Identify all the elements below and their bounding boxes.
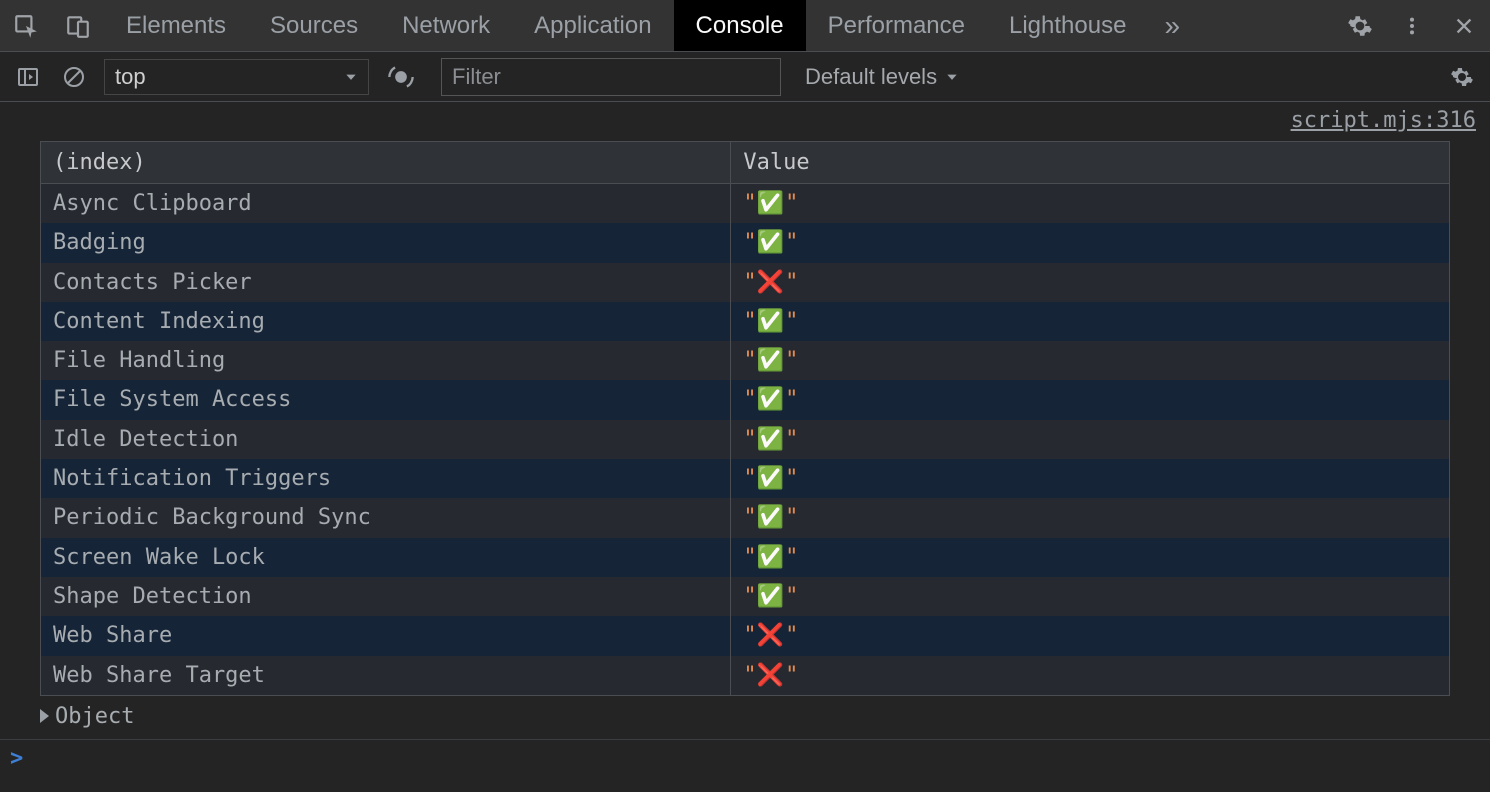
tab-lighthouse[interactable]: Lighthouse	[987, 0, 1148, 51]
table-cell-value: "❌"	[731, 656, 1449, 695]
prompt-caret: >	[10, 746, 23, 771]
table-row[interactable]: Screen Wake Lock"✅"	[41, 538, 1449, 577]
live-expression-icon[interactable]	[381, 57, 421, 97]
device-toggle-icon[interactable]	[52, 0, 104, 51]
table-header-value[interactable]: Value	[731, 142, 1449, 184]
inspect-element-icon[interactable]	[0, 0, 52, 51]
toggle-sidebar-icon[interactable]	[8, 57, 48, 97]
object-label: Object	[55, 704, 134, 729]
close-icon[interactable]	[1438, 15, 1490, 37]
devtools-tabbar: ElementsSourcesNetworkApplicationConsole…	[0, 0, 1490, 52]
table-row[interactable]: Content Indexing"✅"	[41, 302, 1449, 341]
console-prompt[interactable]: >	[0, 739, 1490, 771]
table-row[interactable]: Periodic Background Sync"✅"	[41, 498, 1449, 537]
table-cell-index: Idle Detection	[41, 420, 731, 459]
tab-performance[interactable]: Performance	[806, 0, 987, 51]
table-row[interactable]: File Handling"✅"	[41, 341, 1449, 380]
object-expand-row[interactable]: Object	[40, 700, 1490, 739]
execution-context-select[interactable]: top	[104, 59, 369, 95]
table-cell-value: "❌"	[731, 616, 1449, 655]
table-cell-index: Contacts Picker	[41, 263, 731, 302]
table-cell-index: Badging	[41, 223, 731, 262]
table-cell-index: Notification Triggers	[41, 459, 731, 498]
table-cell-index: Periodic Background Sync	[41, 498, 731, 537]
table-cell-value: "✅"	[731, 184, 1449, 224]
table-cell-index: File System Access	[41, 380, 731, 419]
table-cell-value: "✅"	[731, 302, 1449, 341]
more-tabs-chevron[interactable]: »	[1148, 0, 1196, 51]
table-row[interactable]: Contacts Picker"❌"	[41, 263, 1449, 302]
tabbar-right-tools	[1334, 0, 1490, 51]
table-cell-index: Content Indexing	[41, 302, 731, 341]
table-header-index[interactable]: (index)	[41, 142, 731, 184]
table-row[interactable]: Web Share Target"❌"	[41, 656, 1449, 695]
table-cell-value: "✅"	[731, 577, 1449, 616]
console-settings-gear-icon[interactable]	[1442, 57, 1482, 97]
table-cell-index: File Handling	[41, 341, 731, 380]
console-toolbar: top Default levels	[0, 52, 1490, 102]
table-cell-index: Web Share Target	[41, 656, 731, 695]
table-cell-index: Shape Detection	[41, 577, 731, 616]
table-cell-value: "✅"	[731, 538, 1449, 577]
table-cell-index: Web Share	[41, 616, 731, 655]
table-cell-value: "✅"	[731, 341, 1449, 380]
console-table: (index) Value Async Clipboard"✅"Badging"…	[40, 141, 1450, 696]
dropdown-caret-icon	[945, 70, 959, 84]
tab-elements[interactable]: Elements	[104, 0, 248, 51]
tab-console[interactable]: Console	[674, 0, 806, 51]
clear-console-icon[interactable]	[54, 57, 94, 97]
table-cell-value: "✅"	[731, 498, 1449, 537]
tab-application[interactable]: Application	[512, 0, 673, 51]
table-row[interactable]: Async Clipboard"✅"	[41, 184, 1449, 224]
table-row[interactable]: File System Access"✅"	[41, 380, 1449, 419]
table-row[interactable]: Badging"✅"	[41, 223, 1449, 262]
execution-context-value: top	[115, 64, 146, 90]
log-levels-select[interactable]: Default levels	[805, 64, 959, 90]
kebab-menu-icon[interactable]	[1386, 15, 1438, 37]
table-cell-value: "✅"	[731, 380, 1449, 419]
table-cell-value: "❌"	[731, 263, 1449, 302]
table-row[interactable]: Shape Detection"✅"	[41, 577, 1449, 616]
table-cell-value: "✅"	[731, 420, 1449, 459]
gear-icon[interactable]	[1334, 13, 1386, 39]
table-cell-index: Screen Wake Lock	[41, 538, 731, 577]
table-cell-index: Async Clipboard	[41, 184, 731, 224]
tab-network[interactable]: Network	[380, 0, 512, 51]
table-cell-value: "✅"	[731, 459, 1449, 498]
console-output: script.mjs:316 (index) Value Async Clipb…	[0, 102, 1490, 739]
table-row[interactable]: Notification Triggers"✅"	[41, 459, 1449, 498]
table-cell-value: "✅"	[731, 223, 1449, 262]
expand-triangle-icon	[40, 709, 49, 723]
dropdown-caret-icon	[344, 70, 358, 84]
filter-input[interactable]	[441, 58, 781, 96]
log-levels-label: Default levels	[805, 64, 937, 90]
table-row[interactable]: Web Share"❌"	[41, 616, 1449, 655]
tab-sources[interactable]: Sources	[248, 0, 380, 51]
source-link[interactable]: script.mjs:316	[0, 102, 1490, 141]
table-row[interactable]: Idle Detection"✅"	[41, 420, 1449, 459]
